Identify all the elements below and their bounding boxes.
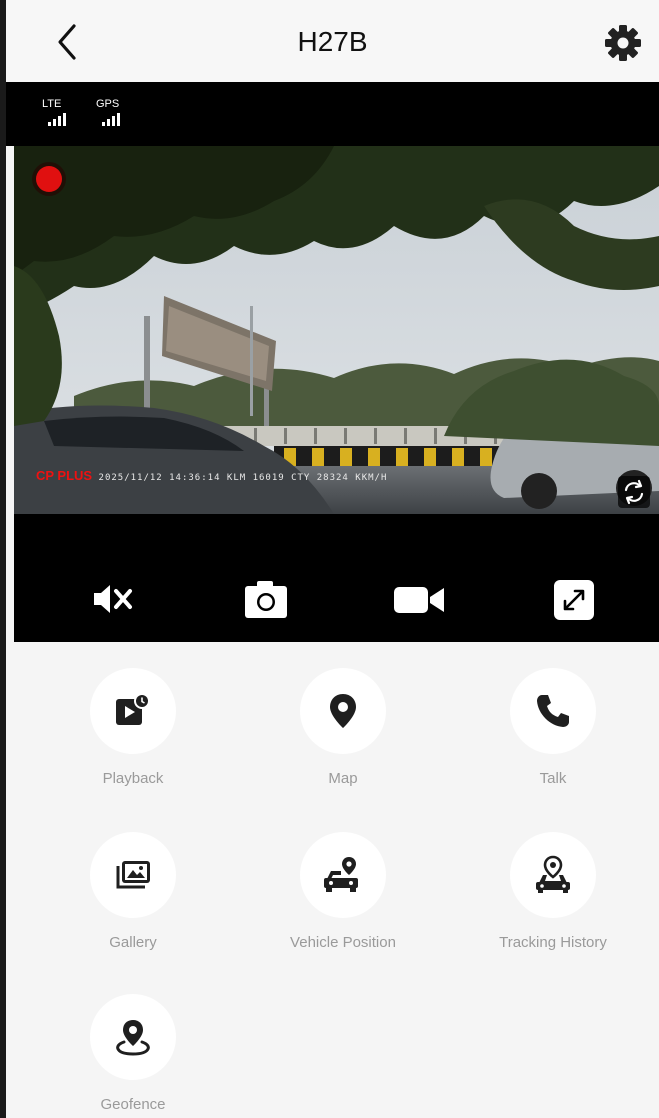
video-timestamp: 2025/11/12 14:36:14 KLM 16019 CTY 28324 … — [98, 473, 388, 483]
mute-button[interactable] — [90, 576, 140, 622]
settings-button[interactable] — [604, 24, 642, 62]
gps-signal: GPS — [96, 98, 120, 126]
gps-label: GPS — [96, 98, 120, 110]
camera-icon — [245, 581, 287, 618]
signal-strength-icon — [48, 112, 66, 126]
talk-button[interactable] — [510, 668, 596, 754]
switch-camera-button[interactable] — [618, 476, 650, 508]
playback-button[interactable] — [90, 668, 176, 754]
lte-label: LTE — [42, 98, 62, 110]
video-controls — [14, 514, 659, 642]
menu-item-talk[interactable]: Talk — [468, 668, 638, 787]
signal-status-bar: LTE GPS — [6, 82, 659, 146]
geofence-icon — [116, 1020, 150, 1056]
recording-indicator — [36, 166, 62, 192]
fullscreen-button[interactable] — [552, 576, 602, 622]
vehicle-position-button[interactable] — [300, 832, 386, 918]
header: H27B — [6, 0, 659, 82]
screen-edge — [0, 0, 6, 1118]
signal-strength-icon — [102, 112, 120, 126]
phone-icon — [537, 695, 569, 727]
talk-label: Talk — [539, 770, 567, 787]
record-video-button[interactable] — [392, 576, 444, 622]
map-pin-icon — [330, 694, 356, 728]
video-overlay: CP PLUS 2025/11/12 14:36:14 KLM 16019 CT… — [36, 468, 387, 483]
speaker-mute-icon — [94, 585, 132, 613]
map-label: Map — [328, 770, 358, 787]
live-video-feed[interactable]: CP PLUS 2025/11/12 14:36:14 KLM 16019 CT… — [14, 146, 659, 514]
geofence-label: Geofence — [100, 1096, 166, 1113]
dashcam-scene — [14, 146, 659, 514]
gallery-label: Gallery — [109, 934, 157, 951]
vehicle-position-icon — [324, 857, 358, 892]
snapshot-button[interactable] — [241, 576, 291, 622]
menu-item-playback[interactable]: Playback — [48, 668, 218, 787]
menu-item-map[interactable]: Map — [258, 668, 428, 787]
tracking-history-button[interactable] — [510, 832, 596, 918]
geofence-button[interactable] — [90, 994, 176, 1080]
menu-item-gallery[interactable]: Gallery — [48, 832, 218, 951]
page-title: H27B — [297, 26, 368, 57]
menu-item-vehicle-position[interactable]: Vehicle Position — [258, 832, 428, 951]
video-camera-icon — [394, 587, 444, 613]
vehicle-position-label: Vehicle Position — [290, 934, 396, 951]
menu-item-tracking-history[interactable]: Tracking History — [468, 832, 638, 951]
playback-label: Playback — [102, 770, 164, 787]
tracking-history-icon — [536, 855, 570, 893]
tracking-history-label: Tracking History — [499, 934, 607, 951]
feature-menu: Playback Map Talk Gallery Vehicle Positi… — [14, 642, 659, 1118]
gallery-icon — [116, 861, 150, 889]
lte-signal: LTE — [42, 98, 66, 126]
gallery-button[interactable] — [90, 832, 176, 918]
camera-brand: CP PLUS — [36, 468, 93, 483]
menu-item-geofence[interactable]: Geofence — [48, 994, 218, 1113]
expand-icon — [554, 580, 594, 620]
refresh-icon — [624, 479, 644, 505]
map-button[interactable] — [300, 668, 386, 754]
gear-icon — [605, 25, 641, 61]
playback-icon — [116, 693, 150, 725]
